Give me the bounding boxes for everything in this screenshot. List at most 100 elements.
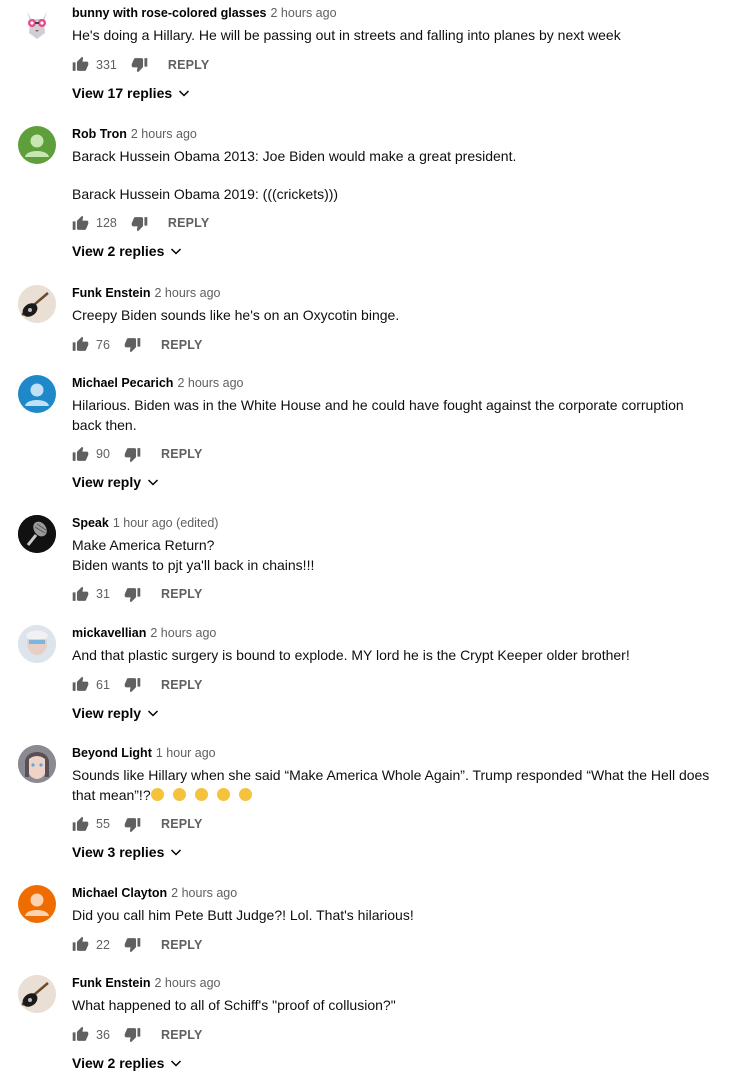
reply-button[interactable]: REPLY <box>161 338 203 352</box>
thumbs-down-icon[interactable] <box>131 215 148 232</box>
microphone-avatar-icon <box>18 515 56 553</box>
reply-button[interactable]: REPLY <box>161 447 203 461</box>
avatar[interactable] <box>18 885 56 923</box>
comment-author[interactable]: Michael Clayton <box>72 886 167 900</box>
avatar[interactable] <box>18 375 56 413</box>
thumbs-up-icon[interactable] <box>72 336 89 353</box>
user-avatar-icon <box>25 893 49 916</box>
view-replies-label: View 2 replies <box>72 1054 165 1071</box>
avatar[interactable] <box>18 515 56 553</box>
comment-text: Make America Return? Biden wants to pjt y… <box>72 537 315 573</box>
thumbs-down-icon[interactable] <box>124 816 141 833</box>
comment-time[interactable]: 2 hours ago <box>154 976 220 990</box>
like-count: 76 <box>96 337 110 352</box>
comment-author[interactable]: Beyond Light <box>72 746 152 760</box>
avatar[interactable] <box>18 625 56 663</box>
cat-glasses-avatar-icon <box>18 5 56 43</box>
view-replies-button[interactable]: View reply <box>72 703 716 723</box>
comment-text: Barack Hussein Obama 2013: Joe Biden wou… <box>72 148 517 202</box>
guitar-avatar-icon <box>18 285 56 323</box>
like-count: 22 <box>96 937 110 952</box>
thumbs-up-icon[interactable] <box>72 586 89 603</box>
comment-text: Sounds like Hillary when she said “Make … <box>72 767 710 803</box>
comment-time[interactable]: 2 hours ago <box>271 6 337 20</box>
like-count: 128 <box>96 216 117 230</box>
thumbs-down-icon[interactable] <box>124 446 141 463</box>
view-replies-label: View 3 replies <box>72 844 165 860</box>
reply-button[interactable]: REPLY <box>168 58 210 72</box>
emoji-icon <box>194 787 208 801</box>
thumbs-up-icon[interactable] <box>72 676 89 693</box>
thumbs-down-icon[interactable] <box>131 56 148 73</box>
reply-button[interactable]: REPLY <box>161 1028 203 1042</box>
view-replies-button[interactable]: View 17 replies <box>72 83 716 103</box>
view-replies-label: View reply <box>72 704 142 721</box>
avatar[interactable] <box>18 975 56 1013</box>
thumbs-down-icon[interactable] <box>124 676 141 693</box>
view-replies-label: View 17 replies <box>72 84 173 101</box>
comment-time[interactable]: 1 hour ago (edited) <box>113 516 219 530</box>
comment-author[interactable]: Funk Enstein <box>72 286 150 300</box>
guitar-avatar-icon <box>18 975 56 1013</box>
comment-author[interactable]: mickavellian <box>72 626 146 640</box>
like-count: 61 <box>96 677 110 692</box>
chevron-down-icon <box>170 245 182 257</box>
comment-author[interactable]: Rob Tron <box>72 127 127 141</box>
thumbs-down-icon[interactable] <box>124 936 141 953</box>
chevron-down-icon <box>147 476 159 488</box>
avatar[interactable] <box>18 285 56 323</box>
avatar[interactable] <box>18 745 56 783</box>
chevron-down-icon <box>178 87 190 99</box>
comment-time[interactable]: 2 hours ago <box>154 286 220 300</box>
emoji-icon <box>172 787 186 801</box>
user-avatar-icon <box>25 134 49 157</box>
comment-text: And that plastic surgery is bound to exp… <box>72 647 630 663</box>
comment-author[interactable]: Michael Pecarich <box>72 376 173 390</box>
emoji-icon <box>150 787 164 801</box>
woman-photo-avatar-icon <box>18 745 56 783</box>
thumbs-up-icon[interactable] <box>72 215 89 232</box>
like-count: 55 <box>96 817 110 831</box>
chevron-down-icon <box>170 1057 182 1069</box>
chevron-down-icon <box>170 846 182 858</box>
thumbs-down-icon[interactable] <box>124 336 141 353</box>
chevron-down-icon <box>147 707 159 719</box>
view-replies-label: View 2 replies <box>72 243 165 259</box>
view-replies-button[interactable]: View 2 replies <box>72 1053 716 1073</box>
thumbs-up-icon[interactable] <box>72 446 89 463</box>
comment-text: Creepy Biden sounds like he's on an Oxyc… <box>72 307 400 323</box>
avatar[interactable] <box>18 126 56 164</box>
comment-text: Hilarious. Biden was in the White House … <box>72 397 684 433</box>
thumbs-up-icon[interactable] <box>72 816 89 833</box>
comment-text: Did you call him Pete Butt Judge?! Lol. … <box>72 907 414 923</box>
comment-author[interactable]: Funk Enstein <box>72 976 150 990</box>
reply-button[interactable]: REPLY <box>161 938 203 952</box>
thumbs-down-icon[interactable] <box>124 586 141 603</box>
like-count: 90 <box>96 447 110 461</box>
thumbs-down-icon[interactable] <box>124 1026 141 1043</box>
view-replies-button[interactable]: View 3 replies <box>72 842 716 862</box>
comment-time[interactable]: 2 hours ago <box>131 127 197 141</box>
thumbs-up-icon[interactable] <box>72 56 89 73</box>
emoji-icon <box>216 787 230 801</box>
like-count: 36 <box>96 1027 110 1042</box>
comment-time[interactable]: 1 hour ago <box>156 746 216 760</box>
comment-text: He's doing a Hillary. He will be passing… <box>72 27 621 43</box>
reply-button[interactable]: REPLY <box>161 817 203 831</box>
reply-button[interactable]: REPLY <box>168 216 210 230</box>
view-replies-button[interactable]: View reply <box>72 472 716 492</box>
thumbs-up-icon[interactable] <box>72 936 89 953</box>
comment-author[interactable]: Speak <box>72 516 109 530</box>
view-replies-label: View reply <box>72 474 142 490</box>
reply-button[interactable]: REPLY <box>161 678 203 692</box>
comment-time[interactable]: 2 hours ago <box>150 626 216 640</box>
comment-time[interactable]: 2 hours ago <box>171 886 237 900</box>
comment-time[interactable]: 2 hours ago <box>177 376 243 390</box>
avatar[interactable] <box>18 5 56 43</box>
thumbs-up-icon[interactable] <box>72 1026 89 1043</box>
comment-text: What happened to all of Schiff's "proof … <box>72 997 396 1013</box>
comment-author[interactable]: bunny with rose-colored glasses <box>72 6 267 20</box>
reply-button[interactable]: REPLY <box>161 587 203 601</box>
like-count: 331 <box>96 57 117 72</box>
view-replies-button[interactable]: View 2 replies <box>72 241 716 261</box>
